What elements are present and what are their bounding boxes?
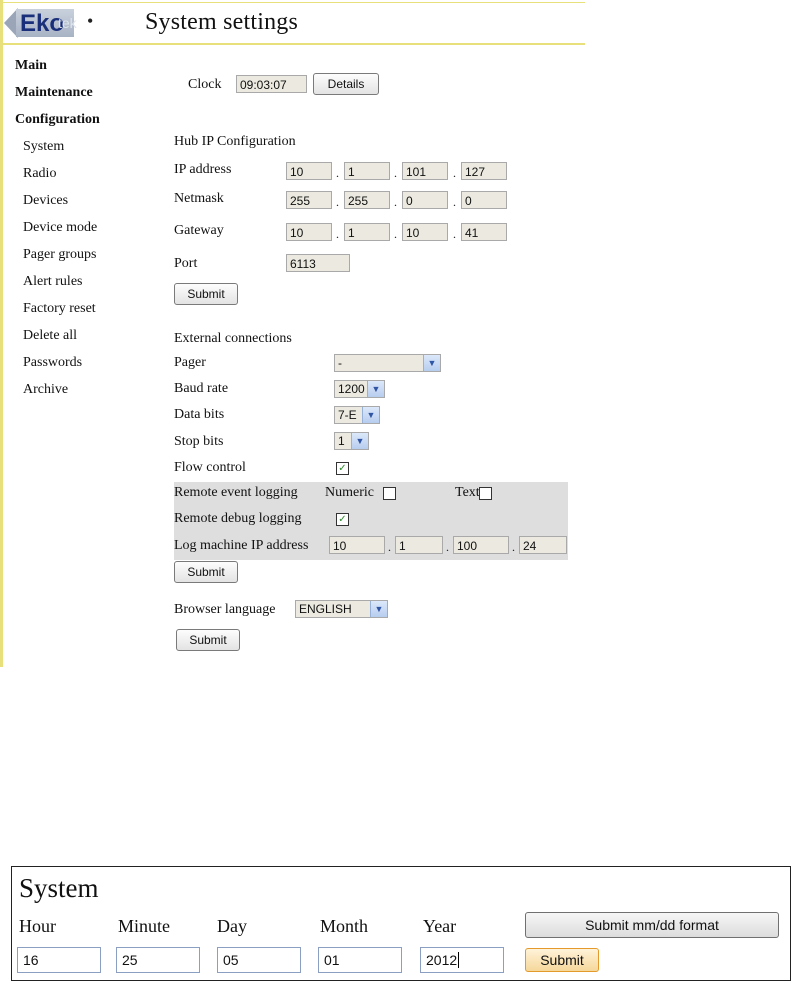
minute-label: Minute (118, 916, 170, 936)
numeric-checkbox[interactable] (383, 487, 396, 500)
gateway-label: Gateway (174, 223, 224, 238)
numeric-label: Numeric (325, 485, 374, 500)
gateway-octet-1[interactable]: 10 (286, 223, 332, 241)
browser-language-value: ENGLISH (299, 602, 352, 616)
log-ip-octet-2[interactable]: 1 (395, 536, 443, 554)
flow-control-checkbox[interactable]: ✓ (336, 462, 349, 475)
pager-select[interactable]: - ▼ (334, 354, 441, 372)
nav-item-system[interactable]: System (15, 133, 155, 160)
hub-submit-button[interactable]: Submit (174, 283, 238, 305)
port-field[interactable]: 6113 (286, 254, 350, 272)
hour-input[interactable]: 16 (17, 947, 101, 973)
day-input[interactable]: 05 (217, 947, 301, 973)
settings-content: Clock 09:03:07 Details Hub IP Configurat… (174, 0, 574, 667)
data-bits-label: Data bits (174, 407, 225, 422)
browser-language-select[interactable]: ENGLISH ▼ (295, 600, 388, 618)
ip-octet-1[interactable]: 10 (286, 162, 332, 180)
chevron-down-icon: ▼ (370, 601, 387, 617)
hub-ip-section-title: Hub IP Configuration (174, 134, 296, 149)
netmask-octet-1[interactable]: 255 (286, 191, 332, 209)
flow-control-label: Flow control (174, 460, 246, 475)
data-bits-value: 7-E (338, 408, 357, 422)
stop-bits-value: 1 (338, 434, 345, 448)
pager-label: Pager (174, 355, 206, 370)
text-checkbox[interactable] (479, 487, 492, 500)
month-label: Month (320, 916, 369, 936)
baud-rate-select[interactable]: 1200 ▼ (334, 380, 385, 398)
nav-item-radio[interactable]: Radio (15, 160, 155, 187)
logo-suffix: tek (58, 15, 77, 31)
nav-item-devices[interactable]: Devices (15, 187, 155, 214)
details-button[interactable]: Details (313, 73, 379, 95)
left-border (0, 0, 3, 667)
chevron-down-icon: ▼ (362, 407, 379, 423)
gateway-octet-3[interactable]: 10 (402, 223, 448, 241)
system-date-time-panel: System Hour Minute Day Month Year 16 25 … (11, 866, 791, 981)
nav-item-factory-reset[interactable]: Factory reset (15, 295, 155, 322)
year-label: Year (423, 916, 457, 936)
text-label: Text (455, 485, 480, 500)
gateway-octet-4[interactable]: 41 (461, 223, 507, 241)
month-input[interactable]: 01 (318, 947, 402, 973)
chevron-down-icon: ▼ (351, 433, 368, 449)
port-label: Port (174, 256, 198, 271)
minute-input[interactable]: 25 (116, 947, 200, 973)
baud-rate-label: Baud rate (174, 381, 229, 396)
system-panel-title: System (19, 873, 99, 903)
log-ip-octet-4[interactable]: 24 (519, 536, 567, 554)
nav-configuration[interactable]: Configuration (15, 106, 155, 133)
day-label: Day (217, 916, 247, 936)
remote-debug-checkbox[interactable]: ✓ (336, 513, 349, 526)
nav-item-alert-rules[interactable]: Alert rules (15, 268, 155, 295)
chevron-down-icon: ▼ (423, 355, 440, 371)
log-ip-octet-1[interactable]: 10 (329, 536, 385, 554)
ip-address-label: IP address (174, 162, 232, 177)
external-submit-button[interactable]: Submit (174, 561, 238, 583)
baud-rate-value: 1200 (338, 382, 365, 396)
nav-item-device-mode[interactable]: Device mode (15, 214, 155, 241)
browser-language-label: Browser language (174, 602, 276, 617)
year-input[interactable]: 2012 (420, 947, 504, 973)
external-connections-title: External connections (174, 331, 292, 346)
language-submit-button[interactable]: Submit (176, 629, 240, 651)
nav-item-archive[interactable]: Archive (15, 376, 155, 403)
nav-maintenance[interactable]: Maintenance (15, 79, 155, 106)
sidebar-nav: Main Maintenance Configuration System Ra… (15, 52, 155, 403)
netmask-octet-2[interactable]: 255 (344, 191, 390, 209)
logo-dot-icon: • (87, 11, 94, 31)
system-submit-button[interactable]: Submit (525, 948, 599, 972)
remote-event-logging-label: Remote event logging (174, 485, 298, 500)
data-bits-select[interactable]: 7-E ▼ (334, 406, 380, 424)
year-input-value: 2012 (426, 952, 458, 968)
remote-debug-logging-label: Remote debug logging (174, 511, 302, 526)
netmask-octet-4[interactable]: 0 (461, 191, 507, 209)
netmask-label: Netmask (174, 191, 224, 206)
gateway-octet-2[interactable]: 1 (344, 223, 390, 241)
text-caret-icon (458, 952, 460, 968)
clock-label: Clock (188, 77, 222, 92)
clock-field[interactable]: 09:03:07 (236, 75, 307, 93)
nav-item-passwords[interactable]: Passwords (15, 349, 155, 376)
nav-main[interactable]: Main (15, 52, 155, 79)
hour-label: Hour (19, 916, 56, 936)
pager-select-value: - (338, 356, 342, 370)
chevron-down-icon: ▼ (367, 381, 384, 397)
nav-item-delete-all[interactable]: Delete all (15, 322, 155, 349)
log-ip-octet-3[interactable]: 100 (453, 536, 509, 554)
nav-item-pager-groups[interactable]: Pager groups (15, 241, 155, 268)
ekotek-logo: Eko tek • (4, 6, 100, 40)
log-machine-ip-label: Log machine IP address (174, 538, 309, 553)
ip-octet-4[interactable]: 127 (461, 162, 507, 180)
stop-bits-label: Stop bits (174, 434, 224, 449)
ip-octet-2[interactable]: 1 (344, 162, 390, 180)
netmask-octet-3[interactable]: 0 (402, 191, 448, 209)
submit-mm-dd-format-button[interactable]: Submit mm/dd format (525, 912, 779, 938)
system-settings-screenshot: Eko tek • System settings Main Maintenan… (0, 0, 585, 667)
ip-octet-3[interactable]: 101 (402, 162, 448, 180)
stop-bits-select[interactable]: 1 ▼ (334, 432, 369, 450)
